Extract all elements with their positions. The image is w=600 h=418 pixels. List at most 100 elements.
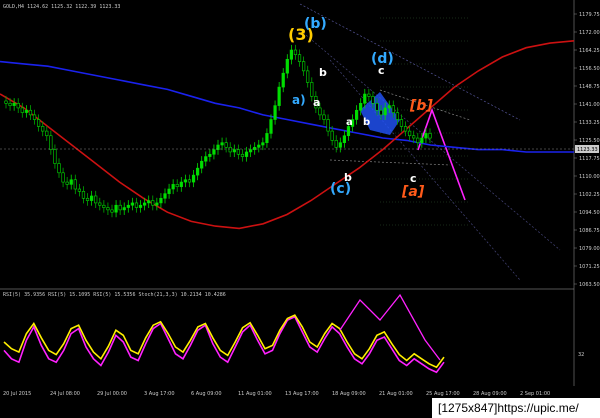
- candle-body: [363, 93, 367, 104]
- candle-body: [355, 109, 359, 120]
- candle-body: [24, 109, 28, 113]
- oscillator-level-label: 32: [578, 352, 584, 358]
- candle-body: [81, 191, 86, 199]
- price-panel: [0, 0, 574, 288]
- x-tick-label: 25 Aug 17:00: [426, 391, 460, 397]
- candle-body: [191, 174, 196, 183]
- y-tick-label: 1102.25: [579, 192, 600, 198]
- symbol-header: GOLD,H4 1124.62 1125.32 1122.39 1123.33: [3, 4, 120, 10]
- candle-body: [118, 204, 122, 211]
- candle-body: [249, 149, 253, 153]
- wave-label-b-bracket: [b]: [409, 98, 433, 114]
- candle-body: [175, 184, 179, 187]
- candle-body: [90, 195, 94, 201]
- y-tick-label: 1094.50: [579, 210, 600, 216]
- x-tick-label: 24 Jul 08:00: [50, 391, 80, 397]
- candle-body: [257, 144, 261, 148]
- y-tick-label: 1063.50: [579, 282, 600, 288]
- candle-body: [375, 103, 379, 111]
- candle-body: [94, 195, 98, 204]
- candle-body: [179, 181, 183, 187]
- wave-label-c-paren: (c): [330, 181, 351, 197]
- candle-body: [61, 172, 65, 183]
- candle-body: [106, 207, 110, 211]
- candle-body: [28, 109, 33, 116]
- candle-body: [236, 149, 240, 155]
- y-tick-label: 1164.25: [579, 48, 600, 54]
- candle-body: [232, 149, 236, 153]
- y-tick-label: 1071.25: [579, 264, 600, 270]
- x-tick-label: 11 Aug 01:00: [238, 391, 272, 397]
- candle-body: [395, 112, 399, 120]
- candle-body: [289, 49, 293, 60]
- candle-body: [359, 103, 363, 111]
- candle-body: [212, 149, 216, 155]
- candle-body: [297, 54, 302, 62]
- candle-body: [147, 200, 151, 204]
- candle-body: [187, 179, 192, 183]
- y-tick-label: 1156.50: [579, 66, 600, 72]
- candle-body: [85, 197, 90, 201]
- x-tick-label: 20 Jul 2015: [3, 391, 31, 397]
- candle-body: [224, 142, 228, 148]
- x-tick-label: 28 Aug 09:00: [473, 391, 507, 397]
- wave-label-a-bracket: [a]: [401, 184, 425, 200]
- candle-body: [16, 103, 20, 109]
- candle-body: [114, 204, 118, 213]
- candle-body: [330, 130, 334, 141]
- candle-body: [65, 181, 69, 185]
- x-tick-label: 13 Aug 17:00: [285, 391, 319, 397]
- candle-body: [261, 142, 265, 146]
- candle-body: [253, 147, 257, 150]
- candle-body: [8, 103, 12, 106]
- x-tick-label: 3 Aug 17:00: [144, 391, 175, 397]
- candle-body: [424, 133, 428, 139]
- candle-body: [379, 109, 383, 116]
- candle-body: [163, 193, 167, 199]
- candle-body: [167, 188, 171, 194]
- candle-body: [273, 105, 277, 120]
- candle-body: [220, 142, 224, 146]
- candle-body: [98, 202, 102, 206]
- candle-body: [4, 100, 8, 104]
- candle-body: [302, 61, 306, 72]
- wave-label-a: a: [313, 96, 320, 109]
- candle-body: [326, 119, 330, 132]
- candle-body: [342, 135, 346, 143]
- candle-body: [383, 107, 387, 116]
- candle-body: [281, 72, 285, 88]
- candle-body: [151, 200, 155, 206]
- image-host-footer: [1275x847]https://upic.me/: [432, 398, 600, 418]
- y-tick-label: 1172.00: [579, 30, 600, 36]
- x-tick-label: 2 Sep 01:00: [520, 391, 550, 397]
- candle-body: [306, 70, 310, 83]
- candle-body: [285, 58, 289, 74]
- candle-body: [293, 49, 298, 55]
- candle-body: [57, 163, 61, 174]
- oscillator-header: RSI(5) 35.9356 RSI(5) 15.1095 RSI(5) 15.…: [3, 292, 226, 298]
- candle-body: [277, 86, 281, 106]
- wave-label-small-b: b: [363, 117, 370, 128]
- y-tick-label: 1079.00: [579, 246, 600, 252]
- candle-body: [183, 179, 187, 183]
- y-tick-label: 1179.75: [579, 12, 600, 18]
- x-tick-label: 21 Aug 01:00: [379, 391, 413, 397]
- wave-label-c-top: c: [378, 64, 385, 77]
- candle-body: [228, 147, 232, 153]
- candle-body: [130, 202, 134, 206]
- wave-label-b: b: [319, 66, 327, 79]
- candle-body: [310, 82, 314, 97]
- candle-body: [32, 114, 37, 120]
- candle-body: [73, 179, 77, 190]
- candle-body: [171, 184, 175, 190]
- wave-label-small-a: a: [346, 117, 353, 128]
- candle-body: [244, 151, 249, 157]
- candle-body: [134, 202, 139, 208]
- candle-body: [412, 135, 416, 139]
- candle-body: [126, 204, 130, 208]
- current-price-label: 1123.33: [577, 147, 598, 153]
- candle-body: [208, 153, 212, 157]
- x-tick-label: 6 Aug 09:00: [191, 391, 222, 397]
- gold-h4-chart[interactable]: GOLD,H4 1124.62 1125.32 1122.39 1123.33 …: [0, 0, 600, 418]
- candle-body: [322, 114, 326, 120]
